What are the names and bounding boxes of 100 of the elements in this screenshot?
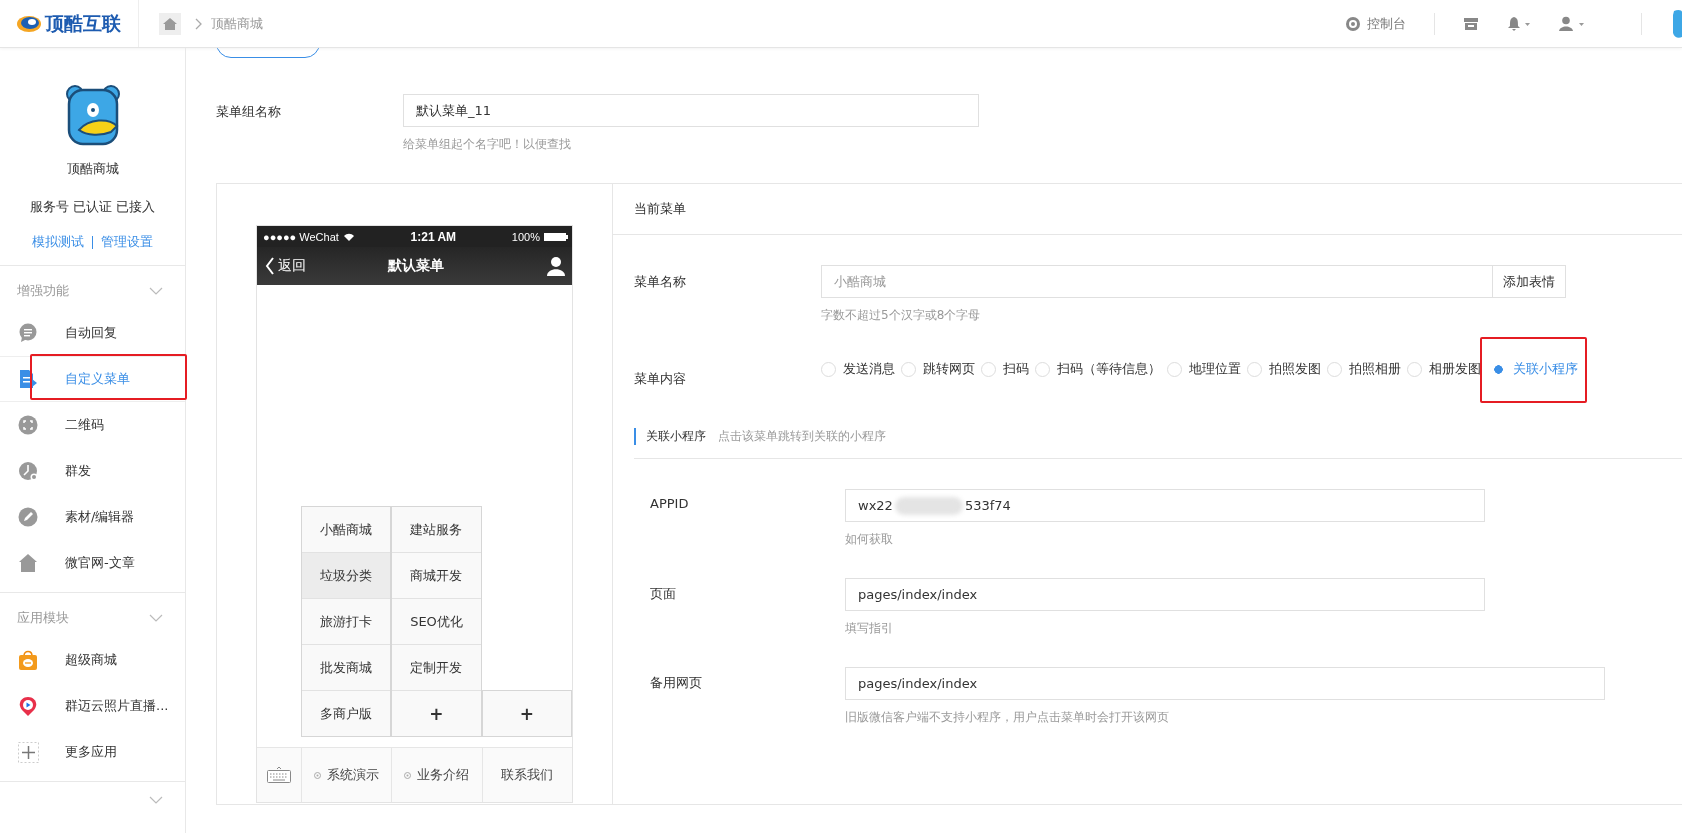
chevron-down-icon <box>149 614 163 622</box>
submenu-item[interactable]: 建站服务 <box>392 507 481 553</box>
plus-icon <box>18 741 39 763</box>
radio-option[interactable]: 扫码 <box>981 360 1029 378</box>
clock-icon <box>18 460 39 482</box>
console-link[interactable]: 控制台 <box>1345 14 1406 33</box>
user-menu-button[interactable] <box>1559 15 1585 32</box>
gauge-icon <box>1345 15 1361 32</box>
radio-option[interactable]: 发送消息 <box>821 360 895 378</box>
radio-option[interactable]: 拍照发图 <box>1247 360 1321 378</box>
shopping-bag-icon <box>18 649 39 671</box>
chevron-left-icon <box>265 257 275 275</box>
option-label: 拍照相册 <box>1349 360 1401 378</box>
profile-icon <box>546 256 566 276</box>
add-submenu-button[interactable]: + <box>482 691 571 737</box>
submenu-item[interactable]: 多商户版 <box>302 691 391 737</box>
sidebar-item[interactable]: 二维码 <box>0 402 185 448</box>
blurred-text <box>894 496 963 515</box>
logo-icon <box>16 14 42 33</box>
menu-tab[interactable]: 联系我们 <box>481 748 572 802</box>
bear-logo-icon <box>64 84 121 148</box>
wifi-icon <box>342 231 355 242</box>
field-label: 菜单名称 <box>634 273 687 291</box>
submenu-item[interactable]: 旅游打卡 <box>302 599 391 645</box>
brand-name: 顶酷互联 <box>45 10 121 36</box>
bell-icon <box>1507 15 1531 32</box>
option-label: 关联小程序 <box>1513 360 1578 378</box>
pencil-icon <box>18 506 39 528</box>
house-icon <box>18 552 39 574</box>
sidebar-item[interactable]: 群迈云照片直播... <box>0 683 185 729</box>
option-label: 拍照发图 <box>1269 360 1321 378</box>
radio-option[interactable]: 地理位置 <box>1167 360 1241 378</box>
battery-icon <box>544 231 568 242</box>
screen-title: 默认菜单 <box>386 257 445 275</box>
sidebar-item[interactable]: 微官网-文章 <box>0 540 185 586</box>
radio-option[interactable]: 拍照相册 <box>1327 360 1401 378</box>
field-label: 菜单组名称 <box>216 103 282 121</box>
scan-icon <box>18 414 39 436</box>
menu-name-field[interactable]: 小酷商城 <box>821 265 1493 298</box>
section-description: 点击该菜单跳转到关联的小程序 <box>718 428 886 445</box>
home-button[interactable] <box>159 12 181 35</box>
option-label: 跳转网页 <box>923 360 975 378</box>
submenu-item[interactable]: 定制开发 <box>392 645 481 691</box>
field-label: 页面 <box>650 585 677 603</box>
sidebar-item[interactable]: 素材/编辑器 <box>0 494 185 540</box>
field-hint: 字数不超过5个汉字或8个字母 <box>821 307 982 324</box>
field-hint: 填写指引 <box>845 620 894 637</box>
radio-option[interactable]: 相册发图 <box>1407 360 1481 378</box>
field-hint: 旧版微信客户端不支持小程序，用户点击菜单时会打开该网页 <box>845 709 1170 726</box>
section-title: 增强功能 <box>17 282 69 300</box>
account-name: 顶酷商城 <box>66 160 119 178</box>
back-button[interactable]: 返回 <box>265 257 345 275</box>
chat-bubble-icon <box>18 322 39 344</box>
home-icon <box>162 16 178 31</box>
document-icon <box>18 368 39 390</box>
store-button[interactable] <box>1463 16 1479 31</box>
notifications-button[interactable] <box>1507 15 1531 32</box>
account-link[interactable]: 管理设置 <box>101 233 153 251</box>
section-heading: 关联小程序 <box>634 428 706 445</box>
text-field[interactable]: pages/index/index <box>845 578 1485 611</box>
option-label: 地理位置 <box>1189 360 1241 378</box>
submenu-item[interactable]: SEO优化 <box>392 599 481 645</box>
submenu-item[interactable]: 商城开发 <box>392 553 481 599</box>
chevron-down-icon <box>149 796 163 804</box>
sidebar-item[interactable]: 更多应用 <box>0 729 185 775</box>
sidebar-item[interactable]: 群发 <box>0 448 185 494</box>
option-label: 扫码（等待信息） <box>1057 360 1161 378</box>
radio-option[interactable]: 关联小程序 <box>1491 360 1578 378</box>
field-label: APPID <box>650 495 690 513</box>
account-link[interactable]: 模拟测试 <box>32 233 84 251</box>
store-icon <box>1463 16 1479 31</box>
submenu-item[interactable]: 批发商城 <box>302 645 391 691</box>
appid-field[interactable]: wx22 533f74 <box>845 489 1485 522</box>
chevron-right-icon <box>195 17 203 30</box>
option-label: 发送消息 <box>843 360 895 378</box>
carrier-label: ●●●●● WeChat <box>263 230 339 243</box>
sidebar-item[interactable]: 超级商城 <box>0 637 185 683</box>
option-label: 相册发图 <box>1429 360 1481 378</box>
location-pin-icon <box>18 695 39 717</box>
menu-group-name-field[interactable]: 默认菜单_11 <box>403 94 979 127</box>
text-field[interactable]: pages/index/index <box>845 667 1605 700</box>
section-title: 应用模块 <box>17 609 69 627</box>
user-icon <box>1559 15 1585 32</box>
account-status: 服务号 已认证 已接入 <box>29 198 156 216</box>
add-emoji-button[interactable]: 添加表情 <box>1493 265 1566 298</box>
sidebar-item[interactable]: 自定义菜单 <box>0 356 185 402</box>
add-submenu-button[interactable]: + <box>392 691 481 737</box>
field-label: 菜单内容 <box>634 370 687 388</box>
radio-option[interactable]: 跳转网页 <box>901 360 975 378</box>
menu-tab[interactable]: 系统演示 <box>301 748 392 802</box>
battery-level: 100% <box>511 230 540 243</box>
panel-title: 当前菜单 <box>613 184 1682 235</box>
submenu-item[interactable]: 垃圾分类 <box>302 553 391 599</box>
status-time: 1:21 AM <box>409 229 458 244</box>
field-label: 备用网页 <box>650 674 703 692</box>
option-label: 扫码 <box>1003 360 1029 378</box>
menu-tab[interactable]: 业务介绍 <box>391 748 482 802</box>
keyboard-icon <box>267 767 291 783</box>
sidebar-item[interactable]: 自动回复 <box>0 310 185 356</box>
radio-option[interactable]: 扫码（等待信息） <box>1035 360 1161 378</box>
